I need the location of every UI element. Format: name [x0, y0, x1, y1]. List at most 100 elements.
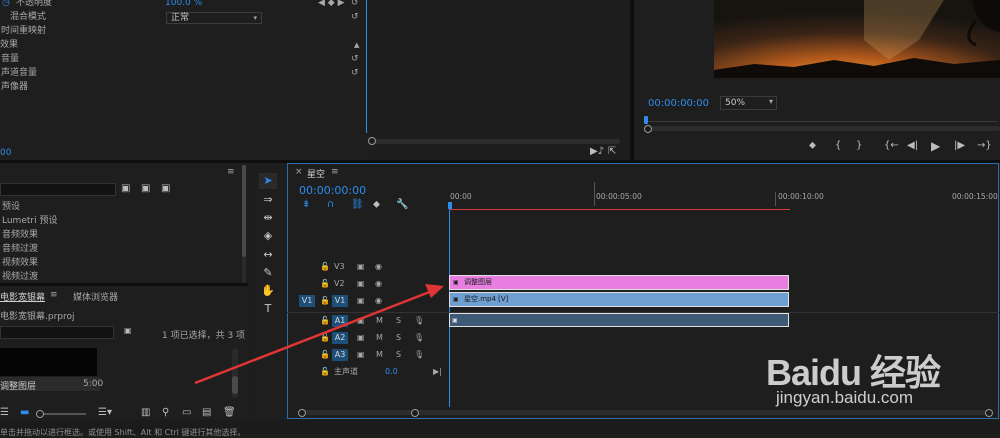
mute-button[interactable]: M [376, 315, 383, 327]
list-item[interactable]: 视频效果 [0, 256, 38, 270]
video-clip[interactable]: ▣ 星空.mp4 [V] [449, 292, 789, 307]
zoom-slider[interactable] [36, 410, 86, 418]
volume-row[interactable]: 音量 ↺ [0, 52, 365, 66]
timeline-scroll-left[interactable] [298, 409, 306, 417]
list-item[interactable]: Lumetri 预设 [0, 214, 57, 228]
project-search-input[interactable] [0, 326, 114, 339]
play-audio-icon[interactable]: ▶♪ [590, 147, 604, 157]
reset-icon[interactable]: ↺ [351, 10, 359, 24]
master-volume[interactable]: 0.0 [385, 366, 398, 378]
adjustment-layer-clip[interactable]: ▣ 调整图层 [449, 275, 789, 290]
audio-clip[interactable]: ▣ [449, 313, 789, 327]
zoom-select[interactable]: 50% ▾ [720, 96, 777, 110]
track-label[interactable]: A3 [332, 349, 348, 361]
accelerated-effects-icon[interactable]: ▣ [121, 184, 130, 194]
go-to-in-icon[interactable]: {← [884, 141, 899, 151]
list-view-icon[interactable]: ☰ [0, 408, 9, 418]
source-patch[interactable]: V1 [299, 295, 315, 307]
close-icon[interactable]: × [295, 167, 303, 177]
stopwatch-icon[interactable]: ◷ [2, 0, 10, 10]
monitor-time-ruler[interactable] [648, 121, 998, 122]
panel-menu-icon[interactable]: ≡ [227, 167, 235, 177]
lock-icon[interactable]: 🔓 [320, 349, 330, 361]
monitor-scrollbar[interactable] [648, 126, 1000, 131]
work-area-bar[interactable] [450, 209, 790, 210]
solo-button[interactable]: S [396, 332, 401, 344]
play-icon[interactable]: ▶ [931, 140, 940, 152]
project-scroll-thumb[interactable] [232, 376, 238, 394]
reset-icon[interactable]: ↺ [351, 0, 359, 10]
blend-mode-select[interactable]: 正常 ▾ [166, 12, 262, 24]
lock-icon[interactable]: 🔓 [320, 315, 330, 327]
hand-tool-icon[interactable]: ✋ [259, 283, 277, 299]
sync-lock-icon[interactable]: ▣ [357, 315, 365, 327]
lock-icon[interactable]: 🔓 [320, 295, 330, 307]
new-item-icon[interactable]: ▤ [202, 408, 211, 418]
snap-icon[interactable]: ∩ [327, 200, 334, 210]
lock-icon[interactable]: 🔓 [320, 332, 330, 344]
list-item[interactable]: 音频效果 [0, 228, 38, 242]
timeline-scroll-right[interactable] [411, 409, 419, 417]
monitor-scroll-handle[interactable] [644, 125, 652, 133]
eye-icon[interactable]: ◉ [375, 261, 382, 273]
type-tool-icon[interactable]: T [259, 301, 277, 317]
sync-lock-icon[interactable]: ▣ [357, 332, 365, 344]
eye-icon[interactable]: ◉ [375, 278, 382, 290]
solo-button[interactable]: S [396, 349, 401, 361]
playhead-marker[interactable] [644, 116, 648, 124]
mark-out-icon[interactable]: } [856, 141, 862, 151]
track-label[interactable]: V1 [332, 295, 348, 307]
ripple-edit-tool-icon[interactable]: ⇹ [259, 210, 277, 226]
time-ruler[interactable]: 00:00 00:00:05:00 00:00:10:00 00:00:15:0… [448, 182, 1000, 210]
step-forward-icon[interactable]: |▶ [954, 141, 965, 151]
ec-scroll-handle[interactable] [368, 137, 376, 145]
opacity-value[interactable]: 100.0 % [165, 0, 202, 10]
effects-header-row[interactable]: 效果 ▲ [0, 38, 365, 52]
32bit-effects-icon[interactable]: ▣ [141, 184, 150, 194]
program-timecode[interactable]: 00:00:00:00 [648, 98, 709, 109]
new-bin-icon[interactable]: ▭ [182, 408, 191, 418]
eye-icon[interactable]: ◉ [375, 295, 382, 307]
list-item[interactable]: 音频过渡 [0, 242, 38, 256]
effects-search-input[interactable] [0, 183, 116, 196]
tab-sequence[interactable]: 星空 [307, 167, 325, 180]
slip-tool-icon[interactable]: ↔ [259, 247, 277, 263]
mute-button[interactable]: M [376, 332, 383, 344]
lock-icon[interactable]: 🔓 [320, 278, 330, 290]
automate-sequence-icon[interactable]: ▥ [141, 408, 150, 418]
zoom-slider-handle[interactable] [36, 410, 44, 418]
keyframe-nav-icon[interactable]: ◀ ◆ ▶ [318, 0, 345, 10]
track-label[interactable]: V3 [334, 261, 345, 273]
razor-tool-icon[interactable]: ◈ [259, 228, 277, 244]
sync-lock-icon[interactable]: ▣ [357, 295, 365, 307]
go-to-end-icon[interactable]: ▶| [433, 366, 442, 378]
new-bin-from-search-icon[interactable]: ▣ [124, 327, 132, 335]
add-marker-icon[interactable]: ⬥ [373, 200, 380, 210]
track-label[interactable]: A2 [332, 332, 348, 344]
tab-media-browser[interactable]: 媒体浏览器 [73, 290, 118, 303]
reset-icon[interactable]: ↺ [351, 66, 359, 80]
microphone-icon[interactable]: 🎙 [414, 349, 424, 361]
lock-icon[interactable]: 🔓 [320, 261, 330, 273]
yuv-effects-icon[interactable]: ▣ [161, 184, 170, 194]
go-to-out-icon[interactable]: →} [977, 141, 992, 151]
tab-project[interactable]: 电影宽银幕 [0, 290, 45, 303]
channel-volume-row[interactable]: 声道音量 ↺ [0, 66, 365, 80]
track-label[interactable]: A1 [332, 315, 348, 327]
microphone-icon[interactable]: 🎙 [414, 315, 424, 327]
timeline-timecode[interactable]: 00:00:00:00 [299, 184, 366, 197]
pen-tool-icon[interactable]: ✎ [259, 265, 277, 281]
add-marker-icon[interactable]: ⬥ [809, 141, 816, 151]
solo-button[interactable]: S [396, 315, 401, 327]
nest-icon[interactable]: ⇟ [302, 200, 310, 210]
sync-lock-icon[interactable]: ▣ [357, 261, 365, 273]
linked-selection-icon[interactable]: ⛓ [351, 200, 364, 210]
microphone-icon[interactable]: 🎙 [414, 332, 424, 344]
collapse-icon[interactable]: ▲ [354, 38, 359, 52]
panel-menu-icon[interactable]: ≡ [331, 167, 339, 177]
track-label[interactable]: V2 [334, 278, 345, 290]
lock-icon[interactable]: 🔓 [320, 366, 330, 378]
sort-icon[interactable]: ☰▾ [98, 408, 112, 418]
export-icon[interactable]: ⇱ [608, 147, 616, 157]
track-select-tool-icon[interactable]: ⇒ [259, 192, 277, 208]
